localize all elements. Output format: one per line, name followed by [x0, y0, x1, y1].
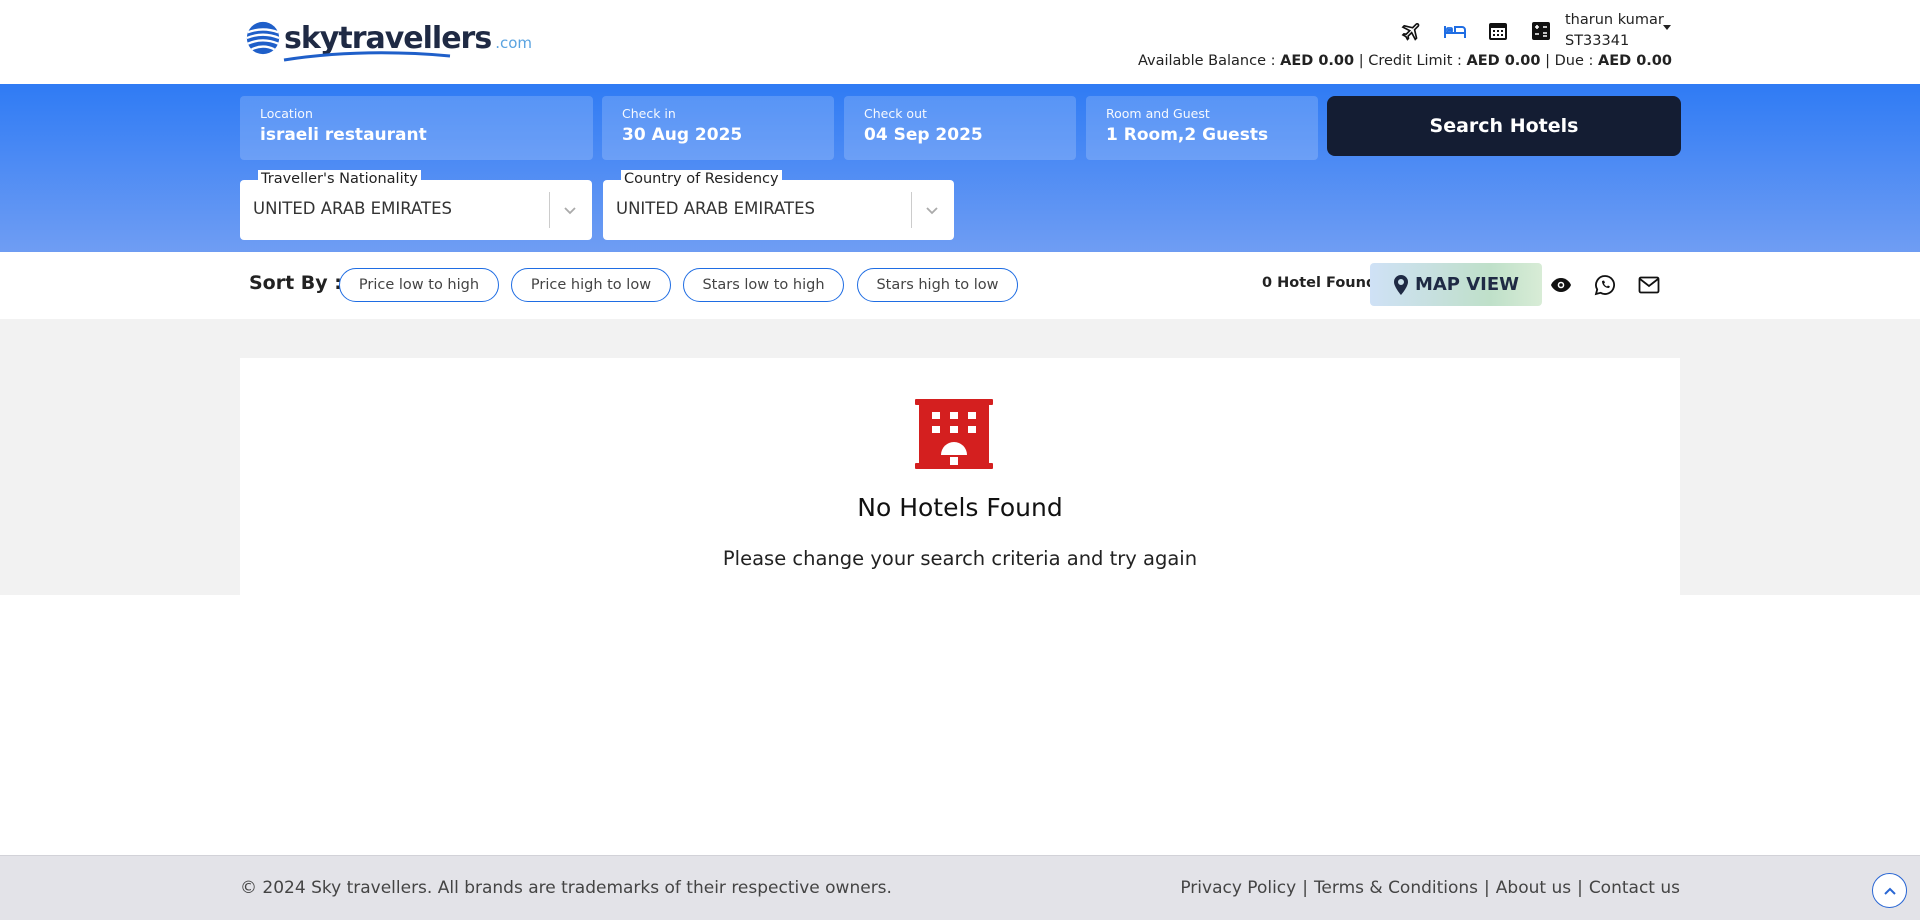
logo-swoosh-icon [283, 51, 451, 62]
eye-icon[interactable] [1548, 272, 1574, 298]
checkin-label: Check in [622, 106, 676, 121]
user-id: ST33341 [1565, 33, 1630, 49]
privacy-policy-link[interactable]: Privacy Policy [1180, 878, 1296, 898]
whatsapp-icon[interactable] [1592, 272, 1618, 298]
residency-label: Country of Residency [621, 170, 782, 188]
terms-link[interactable]: Terms & Conditions [1314, 878, 1478, 898]
location-label: Location [260, 106, 313, 121]
top-header: skytravellers .com tharun kumar ST33341 … [0, 0, 1920, 84]
chevron-down-icon[interactable] [562, 202, 578, 218]
checkout-field[interactable]: Check out 04 Sep 2025 [844, 96, 1076, 160]
sort-price-high-low-button[interactable]: Price high to low [511, 268, 671, 302]
footer-links: Privacy Policy | Terms & Conditions | Ab… [1180, 878, 1680, 898]
footer-separator: | [1484, 878, 1490, 898]
caret-down-icon[interactable] [1663, 25, 1671, 30]
flight-icon[interactable] [1390, 18, 1433, 44]
select-separator [911, 192, 912, 228]
footer-separator: | [1577, 878, 1583, 898]
chevron-down-icon[interactable] [924, 202, 940, 218]
copyright-text: © 2024 Sky travellers. All brands are tr… [240, 878, 892, 898]
hotel-building-icon [915, 399, 993, 469]
location-field[interactable]: Location israeli restaurant [240, 96, 593, 160]
location-value: israeli restaurant [260, 125, 427, 145]
available-balance-label: Available Balance : [1137, 53, 1276, 69]
contact-us-link[interactable]: Contact us [1589, 878, 1680, 898]
balance-info: Available Balance : AED 0.00 | Credit Li… [1137, 53, 1672, 69]
room-guest-field[interactable]: Room and Guest 1 Room,2 Guests [1086, 96, 1318, 160]
map-view-button[interactable]: MAP VIEW [1370, 263, 1542, 306]
sort-bar: Sort By : Price low to high Price high t… [0, 252, 1920, 319]
nationality-label: Traveller's Nationality [258, 170, 421, 188]
residency-select[interactable]: Country of Residency UNITED ARAB EMIRATE… [603, 170, 954, 240]
checkout-value: 04 Sep 2025 [864, 125, 983, 145]
chevron-up-icon [1883, 887, 1896, 895]
sort-stars-low-high-button[interactable]: Stars low to high [683, 268, 844, 302]
credit-limit-label: Credit Limit : [1368, 53, 1462, 69]
checkin-value: 30 Aug 2025 [622, 125, 743, 145]
scroll-to-top-button[interactable] [1872, 873, 1907, 908]
available-balance-value: AED 0.00 [1280, 53, 1355, 69]
room-guest-value: 1 Room,2 Guests [1106, 125, 1269, 145]
room-guest-label: Room and Guest [1106, 106, 1210, 121]
sort-by-label: Sort By : [249, 272, 342, 294]
search-hotels-button[interactable]: Search Hotels [1327, 96, 1681, 156]
user-menu[interactable]: tharun kumar ST33341 [1565, 10, 1664, 52]
nationality-select[interactable]: Traveller's Nationality UNITED ARAB EMIR… [240, 170, 592, 240]
service-icons [1390, 18, 1562, 44]
checkin-field[interactable]: Check in 30 Aug 2025 [602, 96, 834, 160]
credit-limit-value: AED 0.00 [1466, 53, 1541, 69]
user-name: tharun kumar [1565, 12, 1664, 28]
footer: © 2024 Sky travellers. All brands are tr… [0, 855, 1920, 920]
search-panel: Location israeli restaurant Check in 30 … [0, 84, 1920, 252]
map-pin-icon [1393, 274, 1408, 295]
no-results-title: No Hotels Found [857, 493, 1063, 522]
due-label: Due : [1554, 53, 1594, 69]
hotel-count: 0 Hotel Found [1262, 275, 1377, 291]
footer-separator: | [1302, 878, 1308, 898]
sort-price-low-high-button[interactable]: Price low to high [339, 268, 499, 302]
nationality-value: UNITED ARAB EMIRATES [253, 199, 452, 218]
residency-value: UNITED ARAB EMIRATES [616, 199, 815, 218]
due-value: AED 0.00 [1598, 53, 1672, 69]
logo[interactable]: skytravellers .com [244, 14, 532, 62]
about-us-link[interactable]: About us [1496, 878, 1571, 898]
mail-icon[interactable] [1636, 272, 1662, 298]
checkout-label: Check out [864, 106, 927, 121]
globe-logo-icon [246, 21, 280, 55]
sort-stars-high-low-button[interactable]: Stars high to low [857, 268, 1018, 302]
calendar-icon[interactable] [1476, 18, 1519, 44]
calculator-icon[interactable] [1519, 18, 1562, 44]
map-view-label: MAP VIEW [1414, 274, 1520, 295]
hotel-icon[interactable] [1433, 18, 1476, 44]
no-results-subtitle: Please change your search criteria and t… [722, 547, 1198, 570]
select-separator [549, 192, 550, 228]
logo-suffix: .com [495, 34, 533, 52]
